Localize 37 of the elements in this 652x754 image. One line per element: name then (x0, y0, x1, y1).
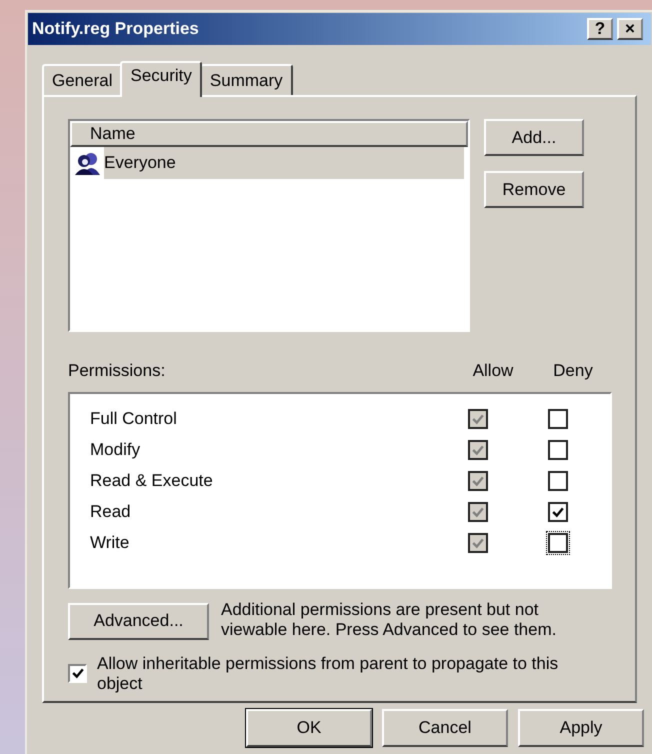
close-button[interactable]: × (617, 18, 643, 40)
check-icon (472, 444, 484, 456)
permission-name: Read & Execute (89, 470, 214, 492)
help-button[interactable]: ? (587, 18, 613, 40)
permissions-label: Permissions: (68, 360, 166, 382)
tab[interactable]: General (42, 64, 122, 95)
users-icon (74, 151, 102, 175)
check-icon (472, 506, 484, 518)
check-icon (472, 537, 484, 549)
cancel-button[interactable]: Cancel (382, 709, 508, 747)
tab[interactable]: Security (120, 61, 202, 97)
check-icon (472, 413, 484, 425)
advanced-button[interactable]: Advanced... (68, 602, 209, 640)
inherit-label: Allow inheritable permissions from parent to propagate to this object (97, 654, 560, 694)
deny-checkbox[interactable] (548, 409, 568, 429)
ok-button[interactable]: OK (246, 709, 372, 747)
allow-heading: Allow (472, 360, 514, 382)
remove-button[interactable]: Remove (484, 171, 584, 208)
inherit-checkbox[interactable] (68, 664, 87, 682)
permission-name: Full Control (89, 408, 178, 430)
advanced-note: Additional permissions are present but not viewable here. Press Advanced to see them. (221, 600, 558, 640)
check-icon (72, 667, 84, 679)
permission-name: Write (89, 532, 130, 554)
user-list-item[interactable]: Everyone (104, 147, 464, 179)
add-button[interactable]: Add... (484, 119, 584, 156)
deny-checkbox[interactable] (548, 502, 568, 522)
check-icon (552, 506, 564, 518)
column-header[interactable]: Name (70, 121, 468, 147)
deny-checkbox[interactable] (548, 471, 568, 491)
deny-heading: Deny (552, 360, 594, 382)
check-icon (472, 475, 484, 487)
apply-button[interactable]: Apply (518, 709, 644, 747)
tab[interactable]: Summary (200, 64, 293, 95)
window-title: Notify.reg Properties (32, 18, 200, 40)
deny-checkbox[interactable] (548, 440, 568, 460)
permission-name: Modify (89, 439, 142, 462)
permission-name: Read (89, 501, 132, 524)
